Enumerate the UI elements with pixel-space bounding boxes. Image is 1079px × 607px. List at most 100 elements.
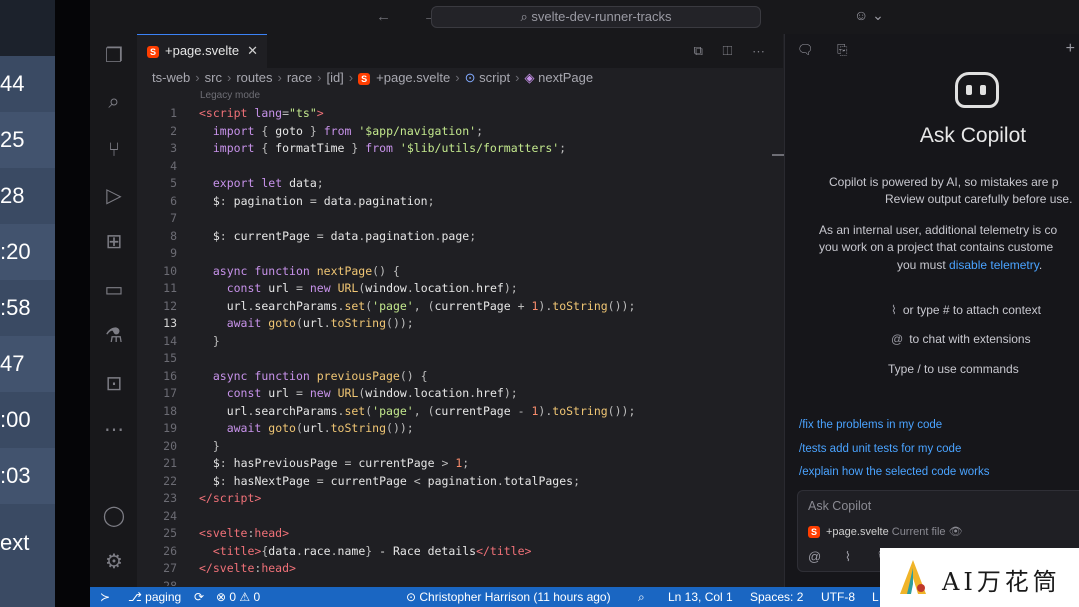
background-app-row: 25 — [0, 112, 55, 168]
legacy-mode-label: Legacy mode — [200, 90, 261, 101]
overview-ruler-marker — [772, 154, 784, 156]
breadcrumb-item[interactable]: [id] — [326, 70, 343, 85]
eye-icon[interactable]: 👁 — [949, 526, 963, 538]
breadcrumb-item[interactable]: ts-web — [152, 70, 190, 85]
code-line[interactable]: 17 const url = new URL(window.location.h… — [137, 385, 777, 403]
code-line[interactable]: 19 await goto(url.toString()); — [137, 420, 777, 438]
code-line[interactable]: 25 <svelte:head> — [137, 525, 777, 543]
sitemap-icon[interactable]: ⊡ — [102, 372, 126, 396]
code-line[interactable]: 15 — [137, 350, 777, 368]
line-number: 14 — [163, 333, 177, 348]
breadcrumb: ts-web › src › routes › race › [id] › S +page.svelt… — [152, 70, 594, 85]
code-line[interactable]: 7 — [137, 210, 777, 228]
line-number: 24 — [163, 508, 177, 523]
breadcrumb-item[interactable]: race — [287, 70, 312, 85]
attach-context-hint: ⌇ or type # to attach context — [891, 303, 1041, 317]
zoom-icon[interactable]: ⌕ — [638, 590, 645, 605]
code-line[interactable]: 8 $: currentPage = data.pagination.page; — [137, 228, 777, 246]
code-line[interactable]: 26 <title>{data.race.name} - Race detail… — [137, 543, 777, 561]
run-debug-icon[interactable]: ▷ — [102, 184, 126, 208]
line-code: await goto(url.toString()); — [226, 316, 414, 330]
copilot-menu-button[interactable]: ☺ ⌄ — [854, 7, 884, 24]
eol-indicator[interactable]: L — [872, 590, 879, 604]
breadcrumb-item[interactable]: +page.svelte — [376, 70, 450, 85]
settings-gear-icon[interactable]: ⚙ — [102, 550, 126, 574]
line-code: const url = new URL(window.location.href… — [226, 386, 518, 400]
chat-panel-icons[interactable]: 🗨 ⎘ — [797, 42, 858, 58]
editor-actions[interactable]: ⧉ ◫ ⋯ — [694, 43, 773, 59]
code-line[interactable]: 21 $: hasPreviousPage = currentPage > 1; — [137, 455, 777, 473]
code-line[interactable]: 24 — [137, 508, 777, 526]
current-file-chip[interactable]: S +page.svelte Current file 👁 — [808, 525, 963, 539]
copilot-logo-icon — [955, 72, 999, 108]
remote-explorer-icon[interactable]: ▭ — [102, 278, 126, 302]
line-number: 1 — [170, 106, 177, 120]
problems-indicator[interactable]: ⊗ 0 ⚠ 0 — [216, 590, 260, 604]
code-line[interactable]: 23 </script> — [137, 490, 777, 508]
window-gap — [55, 0, 90, 607]
code-line[interactable]: 28 — [137, 578, 777, 587]
telemetry-text: As an internal user, additional telemetr… — [819, 223, 1058, 237]
code-line[interactable]: 1 <script lang="ts"> — [137, 105, 777, 123]
extensions-icon[interactable]: ⊞ — [102, 230, 126, 254]
code-line[interactable]: 20 } — [137, 438, 777, 456]
vscode-window: ← → ⌕ svelte-dev-runner-tracks ☺ ⌄ ❐ ⌕ ⑂… — [90, 0, 1079, 607]
branch-indicator[interactable]: ⎇ paging — [128, 590, 181, 604]
close-icon[interactable]: ✕ — [247, 43, 258, 58]
code-line[interactable]: 27 </svelte:head> — [137, 560, 777, 578]
account-icon[interactable]: ◯ — [102, 504, 126, 528]
line-code: async function nextPage() { — [212, 263, 400, 278]
search-icon[interactable]: ⌕ — [102, 90, 126, 114]
editor-tab-strip: S +page.svelte ✕ ⧉ ◫ ⋯ — [137, 34, 783, 68]
activity-bar: ❐ ⌕ ⑂ ▷ ⊞ ▭ ⚗ ⊡ ⋯ ◯ ⚙ — [90, 34, 137, 587]
line-number: 9 — [170, 246, 177, 260]
code-line[interactable]: 16 async function previousPage() { — [137, 368, 777, 386]
background-app-row: :58 — [0, 295, 31, 320]
line-number: 7 — [170, 211, 177, 225]
line-number: 19 — [163, 421, 177, 435]
breadcrumb-item[interactable]: routes — [236, 70, 272, 85]
suggestion-fix[interactable]: /fix the problems in my code — [799, 419, 942, 431]
line-code: $: hasNextPage = currentPage < paginatio… — [212, 473, 581, 488]
breadcrumb-item[interactable]: src — [205, 70, 222, 85]
background-app-next-label: ext — [0, 530, 30, 555]
more-icon[interactable]: ⋯ — [102, 418, 126, 442]
suggestion-tests[interactable]: /tests add unit tests for my code — [799, 443, 961, 455]
tab-page-svelte[interactable]: S +page.svelte ✕ — [137, 34, 267, 68]
line-number: 6 — [170, 193, 177, 208]
code-line[interactable]: 22 $: hasNextPage = currentPage < pagina… — [137, 473, 777, 491]
code-line[interactable]: 6 $: pagination = data.pagination; — [137, 193, 777, 211]
cursor-position[interactable]: Ln 13, Col 1 — [668, 590, 733, 604]
code-line[interactable]: 13 await goto(url.toString()); — [137, 315, 777, 333]
line-number: 28 — [163, 578, 177, 587]
remote-indicator[interactable]: ≻ — [100, 590, 110, 604]
code-line[interactable]: 12 url.searchParams.set('page', (current… — [137, 298, 777, 316]
code-line[interactable]: 10 async function nextPage() { — [137, 263, 777, 281]
command-center-search[interactable]: ⌕ svelte-dev-runner-tracks — [431, 6, 761, 28]
code-line[interactable]: 2 import { goto } from '$app/navigation'… — [137, 123, 777, 141]
encoding-indicator[interactable]: UTF-8 — [821, 590, 855, 604]
source-control-icon[interactable]: ⑂ — [102, 138, 126, 162]
new-chat-button[interactable]: + — [1066, 40, 1075, 58]
code-line[interactable]: 9 — [137, 245, 777, 263]
files-icon[interactable]: ❐ — [102, 44, 126, 68]
background-app-row: :00 — [0, 407, 31, 432]
breadcrumb-item[interactable]: script — [479, 70, 510, 85]
code-line[interactable]: 5 export let data; — [137, 175, 777, 193]
suggestion-explain[interactable]: /explain how the selected code works — [799, 466, 990, 478]
code-line[interactable]: 3 import { formatTime } from '$lib/utils… — [137, 140, 777, 158]
chat-input-placeholder[interactable]: Ask Copilot — [808, 499, 871, 513]
code-editor[interactable]: 1 <script lang="ts"> 2 import { goto } fro… — [137, 102, 777, 586]
code-line[interactable]: 18 url.searchParams.set('page', (current… — [137, 403, 777, 421]
disclaimer-text: Copilot is powered by AI, so mistakes ar… — [829, 175, 1059, 189]
disable-telemetry-link[interactable]: disable telemetry — [949, 258, 1039, 272]
code-line[interactable]: 14 } — [137, 333, 777, 351]
line-number: 8 — [170, 228, 177, 243]
indentation-indicator[interactable]: Spaces: 2 — [750, 590, 803, 604]
testing-icon[interactable]: ⚗ — [102, 324, 126, 348]
sync-icon[interactable]: ⟳ — [194, 590, 204, 604]
code-line[interactable]: 4 — [137, 158, 777, 176]
breadcrumb-item[interactable]: nextPage — [538, 70, 593, 85]
code-line[interactable]: 11 const url = new URL(window.location.h… — [137, 280, 777, 298]
git-blame-indicator[interactable]: ⊙ Christopher Harrison (11 hours ago) — [406, 590, 611, 604]
